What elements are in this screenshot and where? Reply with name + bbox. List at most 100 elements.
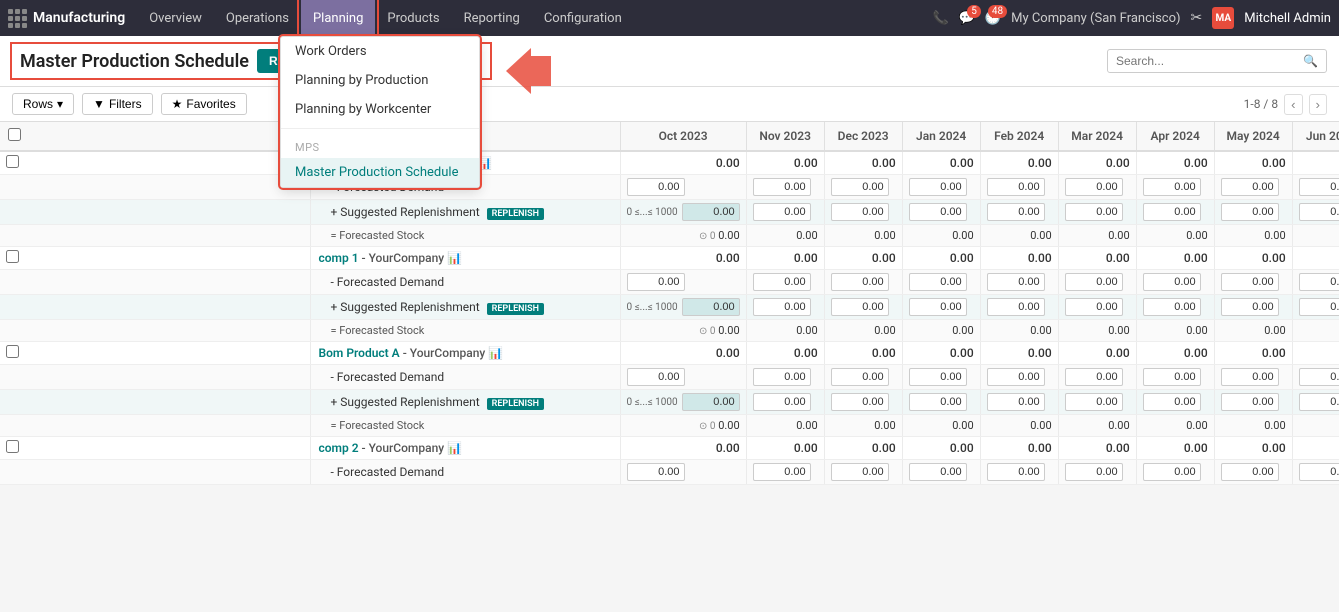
demand-input[interactable]: [1221, 178, 1279, 196]
demand-input[interactable]: [909, 178, 967, 196]
demand-input[interactable]: [1299, 178, 1339, 196]
dropdown-planning-workcenter[interactable]: Planning by Workcenter: [281, 95, 479, 124]
replenish-input[interactable]: [831, 203, 889, 221]
demand-input[interactable]: [1143, 368, 1201, 386]
replenish-input[interactable]: [1299, 393, 1339, 411]
demand-input[interactable]: [1065, 463, 1123, 481]
nav-products[interactable]: Products: [375, 0, 451, 36]
replenish-input[interactable]: [1143, 393, 1201, 411]
row-checkbox[interactable]: [6, 155, 19, 168]
demand-input[interactable]: [627, 178, 685, 196]
demand-input[interactable]: [1299, 368, 1339, 386]
replenish-input[interactable]: [753, 298, 811, 316]
replenish-input[interactable]: [831, 298, 889, 316]
replenish-input[interactable]: [1221, 393, 1279, 411]
nav-operations[interactable]: Operations: [214, 0, 301, 36]
demand-input[interactable]: [1221, 463, 1279, 481]
replenish-input-first[interactable]: [682, 393, 740, 411]
replenish-badge[interactable]: REPLENISH: [487, 398, 544, 410]
row-checkbox[interactable]: [6, 440, 19, 453]
user-avatar[interactable]: MA: [1212, 7, 1234, 29]
demand-input[interactable]: [909, 463, 967, 481]
replenish-input[interactable]: [831, 393, 889, 411]
demand-input[interactable]: [1299, 463, 1339, 481]
dropdown-mps[interactable]: Master Production Schedule: [281, 158, 479, 187]
select-all-checkbox[interactable]: [8, 128, 21, 141]
demand-input[interactable]: [909, 368, 967, 386]
demand-input[interactable]: [627, 368, 685, 386]
demand-input[interactable]: [987, 178, 1045, 196]
replenish-input[interactable]: [1065, 298, 1123, 316]
replenish-input[interactable]: [1221, 298, 1279, 316]
dropdown-planning-production[interactable]: Planning by Production: [281, 66, 479, 95]
replenish-input[interactable]: [987, 203, 1045, 221]
replenish-input[interactable]: [909, 203, 967, 221]
replenish-input[interactable]: [1065, 203, 1123, 221]
replenish-input-first[interactable]: [682, 203, 740, 221]
demand-input[interactable]: [753, 178, 811, 196]
demand-input[interactable]: [831, 178, 889, 196]
chat-icon-btn[interactable]: 💬 5: [959, 11, 975, 26]
demand-input[interactable]: [1065, 273, 1123, 291]
demand-input[interactable]: [1065, 178, 1123, 196]
replenish-input[interactable]: [987, 298, 1045, 316]
replenish-input[interactable]: [1299, 298, 1339, 316]
demand-input[interactable]: [1143, 178, 1201, 196]
rows-button[interactable]: Rows ▾: [12, 93, 74, 115]
demand-input[interactable]: [753, 368, 811, 386]
phone-icon-btn[interactable]: 📞: [933, 11, 949, 26]
demand-input[interactable]: [831, 273, 889, 291]
demand-input[interactable]: [1221, 368, 1279, 386]
demand-input[interactable]: [909, 273, 967, 291]
product-link[interactable]: comp 1: [319, 251, 359, 265]
replenish-input[interactable]: [1143, 298, 1201, 316]
demand-input[interactable]: [627, 463, 685, 481]
row-checkbox[interactable]: [6, 250, 19, 263]
replenish-input[interactable]: [753, 393, 811, 411]
replenish-badge[interactable]: REPLENISH: [487, 303, 544, 315]
chart-icon[interactable]: 📊: [447, 441, 462, 455]
row-checkbox[interactable]: [6, 345, 19, 358]
search-icon[interactable]: 🔍: [1303, 54, 1318, 68]
replenish-input[interactable]: [987, 393, 1045, 411]
next-page-button[interactable]: ›: [1309, 94, 1327, 115]
replenish-input[interactable]: [909, 393, 967, 411]
nav-overview[interactable]: Overview: [137, 0, 214, 36]
product-link[interactable]: Bom Product A: [319, 346, 400, 360]
search-input[interactable]: [1116, 54, 1297, 68]
replenish-input[interactable]: [753, 203, 811, 221]
nav-reporting[interactable]: Reporting: [452, 0, 532, 36]
chart-icon[interactable]: 📊: [488, 346, 503, 360]
prev-page-button[interactable]: ‹: [1284, 94, 1302, 115]
demand-input[interactable]: [1221, 273, 1279, 291]
product-value: 0.00: [1058, 342, 1136, 365]
replenish-input[interactable]: [1221, 203, 1279, 221]
replenish-input-first[interactable]: [682, 298, 740, 316]
nav-planning[interactable]: Planning: [301, 0, 375, 36]
demand-input[interactable]: [753, 273, 811, 291]
nav-configuration[interactable]: Configuration: [532, 0, 634, 36]
demand-input[interactable]: [1299, 273, 1339, 291]
demand-input[interactable]: [831, 463, 889, 481]
app-logo[interactable]: Manufacturing: [8, 9, 125, 28]
demand-input[interactable]: [1143, 463, 1201, 481]
replenish-input[interactable]: [1143, 203, 1201, 221]
dropdown-work-orders[interactable]: Work Orders: [281, 37, 479, 66]
demand-input[interactable]: [987, 273, 1045, 291]
clock-icon-btn[interactable]: 🕐 48: [985, 11, 1001, 26]
demand-input[interactable]: [987, 463, 1045, 481]
product-link[interactable]: comp 2: [319, 441, 359, 455]
demand-input[interactable]: [1065, 368, 1123, 386]
demand-input[interactable]: [831, 368, 889, 386]
replenish-input[interactable]: [1065, 393, 1123, 411]
filters-button[interactable]: ▼ Filters: [82, 93, 153, 115]
demand-input[interactable]: [753, 463, 811, 481]
chart-icon[interactable]: 📊: [447, 251, 462, 265]
replenish-badge[interactable]: REPLENISH: [487, 208, 544, 220]
replenish-input[interactable]: [1299, 203, 1339, 221]
replenish-input[interactable]: [909, 298, 967, 316]
demand-input[interactable]: [627, 273, 685, 291]
demand-input[interactable]: [1143, 273, 1201, 291]
demand-input[interactable]: [987, 368, 1045, 386]
favorites-button[interactable]: ★ Favorites: [161, 93, 247, 115]
